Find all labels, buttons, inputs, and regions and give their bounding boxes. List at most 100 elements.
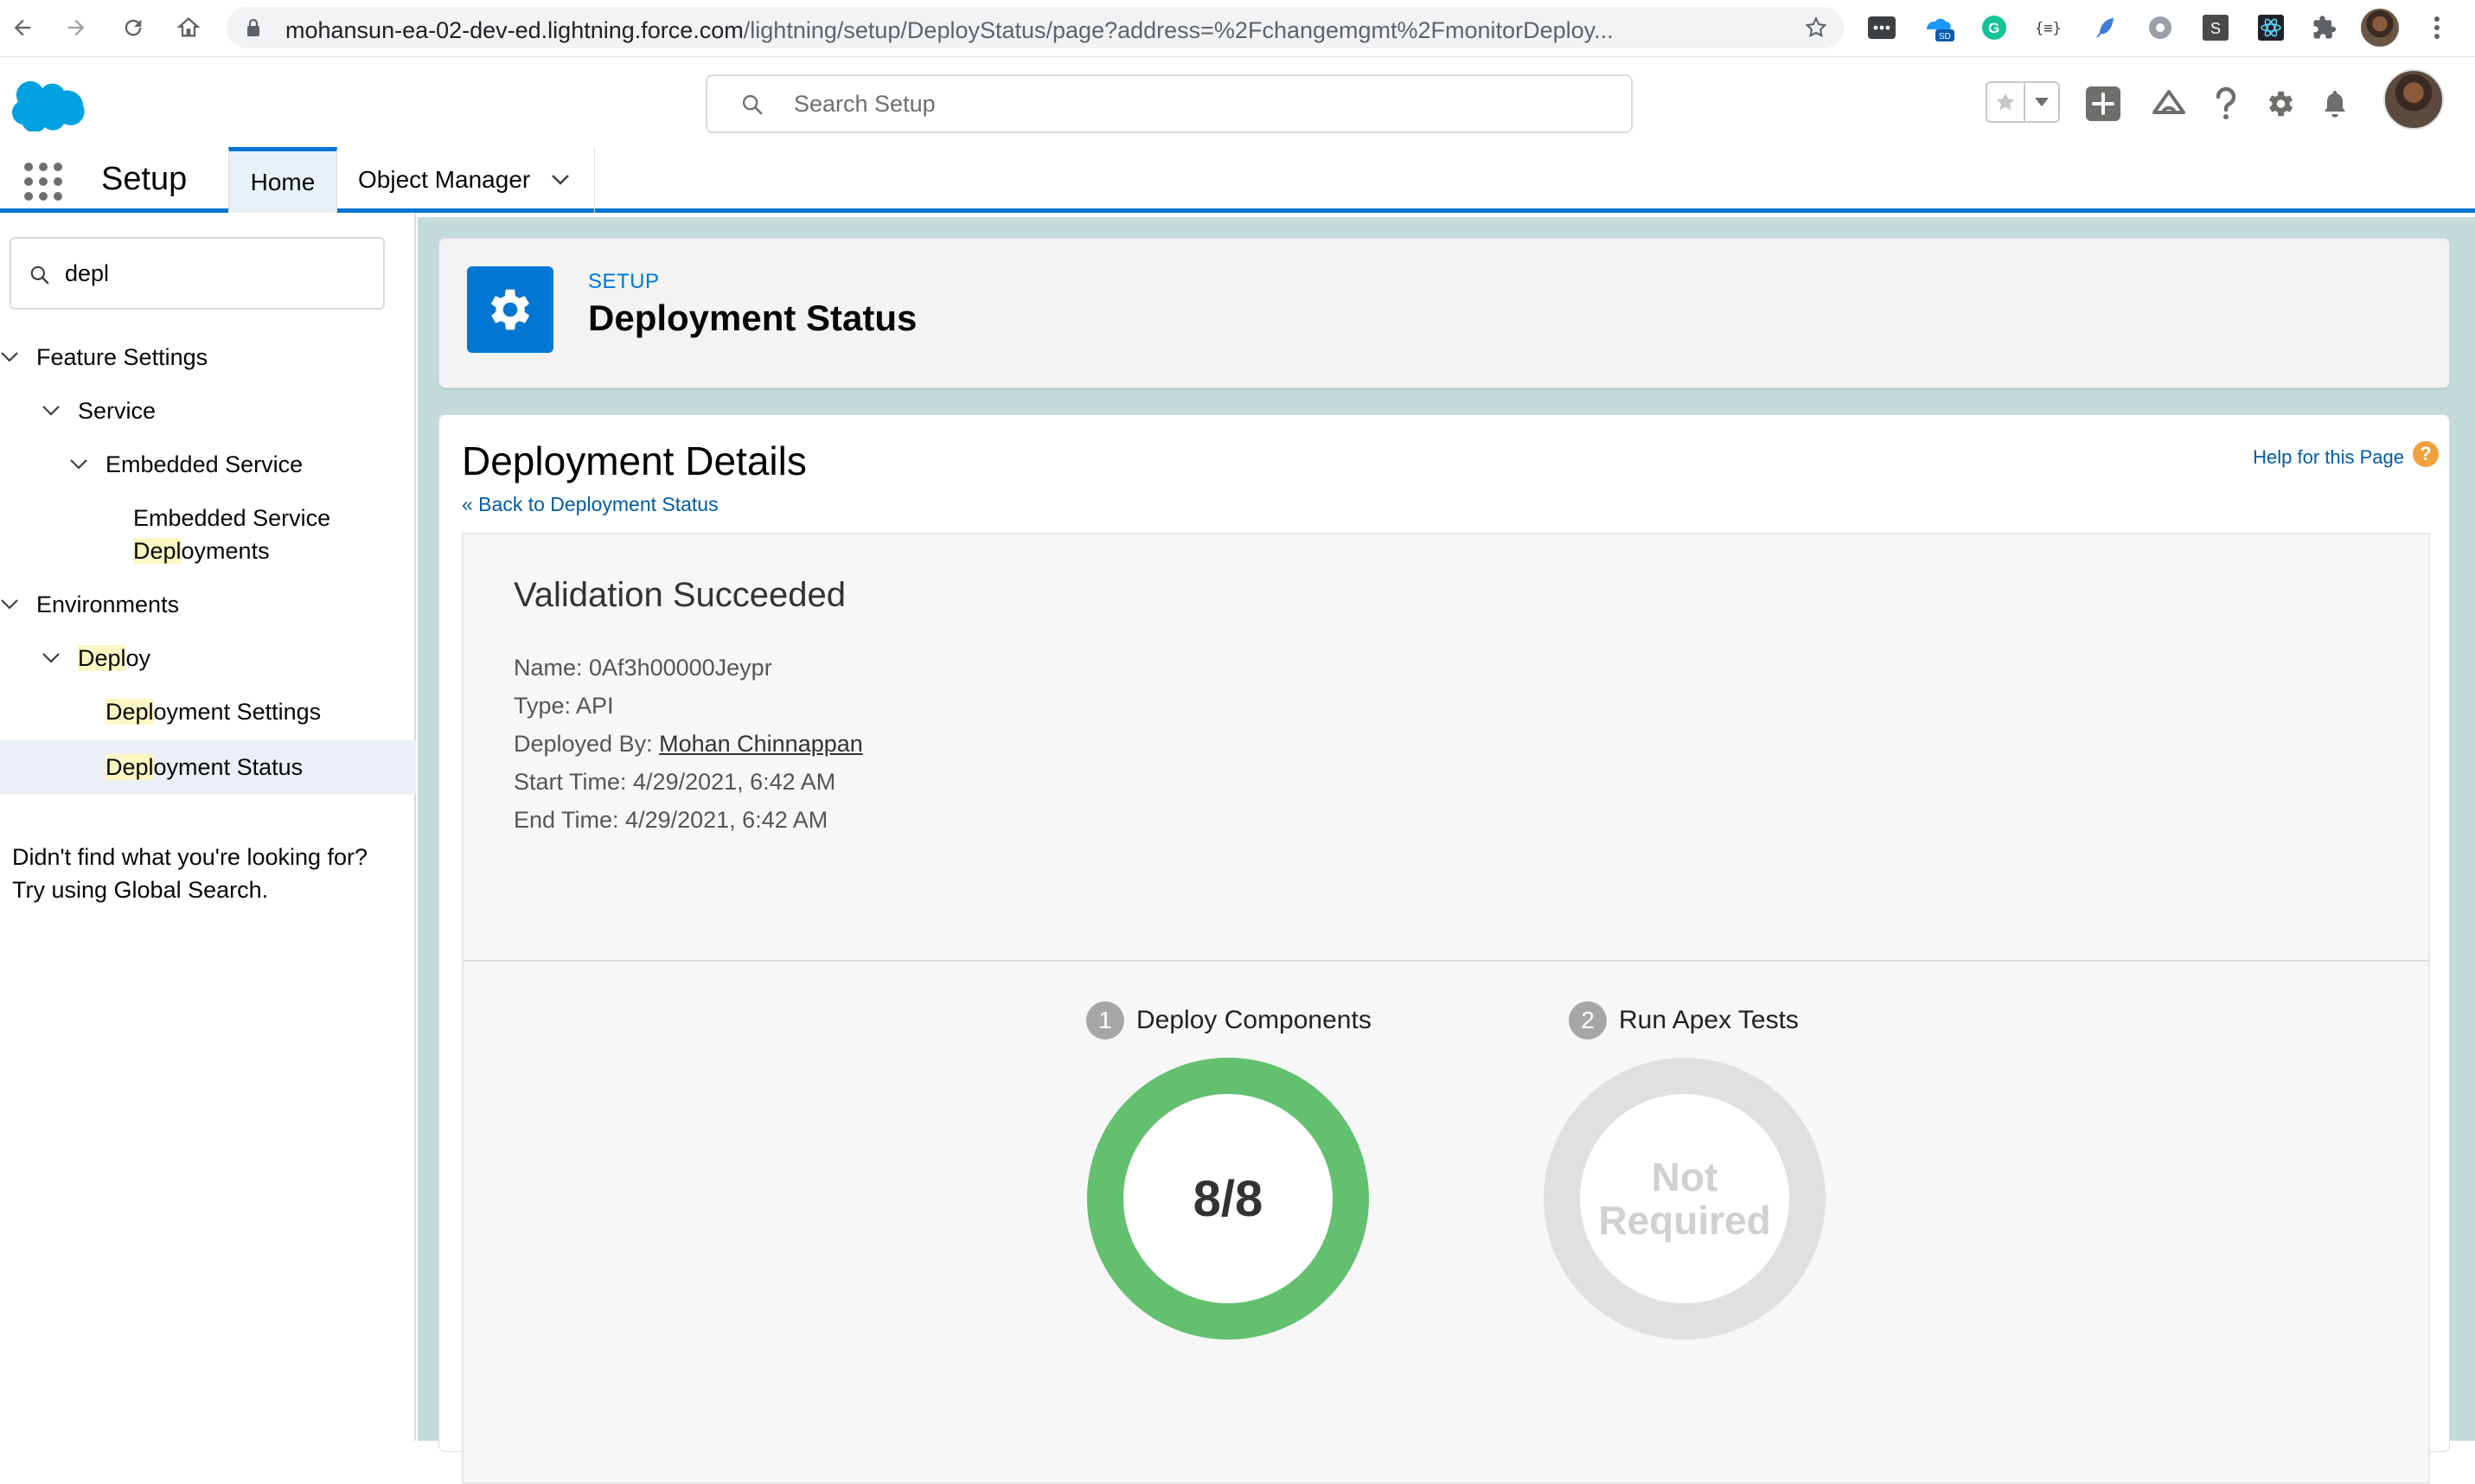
- setup-gear-icon: [467, 266, 553, 353]
- tree-label: Deploy: [78, 645, 151, 671]
- main-content: SETUP Deployment Status Deployment Detai…: [418, 217, 2475, 1484]
- tree-label: Feature Settings: [36, 344, 208, 370]
- deployment-details-card: Deployment Details « Back to Deployment …: [438, 414, 2450, 1484]
- notifications-bell-icon[interactable]: [2316, 85, 2354, 123]
- run-apex-tests-progress-ring: Not Required: [1543, 1057, 1826, 1340]
- deploy-components-result: 8/8: [1193, 1170, 1263, 1227]
- global-search-box[interactable]: [706, 74, 1633, 133]
- search-highlight: Depl: [133, 538, 182, 564]
- extension-dots-icon[interactable]: [1866, 12, 1897, 43]
- step-run-apex-tests: 2 Run Apex Tests: [1569, 1001, 1799, 1039]
- status-heading: Validation Succeeded: [514, 576, 846, 614]
- tree-item-deploy[interactable]: Deploy: [0, 642, 416, 675]
- tab-home[interactable]: Home: [228, 147, 337, 213]
- tab-object-manager[interactable]: Object Manager: [337, 147, 595, 213]
- tree-item-environments[interactable]: Environments: [0, 588, 416, 621]
- chevron-down-icon[interactable]: [0, 351, 19, 363]
- react-devtools-icon[interactable]: [2255, 12, 2286, 43]
- chevron-down-icon[interactable]: [551, 174, 570, 186]
- back-to-deployment-status-link[interactable]: « Back to Deployment Status: [462, 493, 719, 516]
- browser-toolbar: mohansun-ea-02-dev-ed.lightning.force.co…: [0, 0, 2475, 57]
- search-highlight: Depl: [78, 645, 126, 671]
- back-arrow-icon[interactable]: [5, 10, 40, 45]
- forward-arrow-icon[interactable]: [59, 10, 93, 45]
- tree-item-embedded-service[interactable]: Embedded Service: [0, 448, 416, 481]
- favorites-group[interactable]: [1986, 81, 2060, 123]
- global-actions-plus-icon[interactable]: [2084, 85, 2122, 123]
- page-eyebrow: SETUP: [588, 270, 660, 293]
- quick-find-input[interactable]: [65, 258, 359, 289]
- tree-label: Embedded Service: [133, 505, 331, 531]
- no-result-hint: Didn't find what you're looking for? Try…: [12, 844, 368, 903]
- deployed-by-user-link[interactable]: Mohan Chinnappan: [659, 731, 863, 757]
- app-launcher-icon[interactable]: [24, 163, 62, 201]
- lock-icon[interactable]: [246, 18, 261, 37]
- help-question-icon[interactable]: ?: [2413, 441, 2439, 467]
- user-avatar[interactable]: [2383, 69, 2444, 130]
- favorites-dropdown-icon[interactable]: [2025, 83, 2058, 121]
- search-icon: [740, 93, 764, 117]
- deployment-info: Name: 0Af3h00000Jeypr Type: API Deployed…: [514, 649, 863, 839]
- bookmark-star-icon[interactable]: [1804, 16, 1828, 40]
- app-navigation-bar: Setup Home Object Manager: [0, 147, 2475, 213]
- help-question-icon[interactable]: [2207, 85, 2245, 123]
- tree-label: Service: [78, 398, 157, 424]
- browser-menu-icon[interactable]: [2421, 12, 2453, 43]
- tree-label: Embedded Service: [106, 451, 304, 477]
- chevron-down-icon[interactable]: [42, 405, 61, 417]
- tree-item-service[interactable]: Service: [0, 394, 416, 427]
- reload-icon[interactable]: [116, 10, 150, 45]
- chevron-down-icon[interactable]: [0, 598, 19, 611]
- feather-extension-icon[interactable]: [2089, 12, 2120, 43]
- address-bar[interactable]: mohansun-ea-02-dev-ed.lightning.force.co…: [227, 7, 1844, 48]
- trailhead-guidance-icon[interactable]: [2150, 85, 2188, 123]
- help-for-this-page-link[interactable]: Help for this Page: [2253, 446, 2404, 469]
- run-apex-tests-result: Not Required: [1598, 1155, 1771, 1243]
- salesforce-logo[interactable]: [12, 81, 85, 131]
- divider: [464, 960, 2428, 962]
- settings-extension-icon[interactable]: [2145, 12, 2176, 43]
- tree-item-deployment-settings[interactable]: Deployment Settings: [0, 695, 416, 728]
- app-name: Setup: [101, 161, 188, 197]
- svg-text:G: G: [1988, 20, 1999, 36]
- search-highlight: Depl: [106, 699, 154, 725]
- tree-item-embedded-service-deployments[interactable]: Embedded Service Deployments: [0, 502, 416, 567]
- section-title: Deployment Details: [462, 438, 807, 483]
- quick-find-box[interactable]: [10, 237, 385, 310]
- global-header: [0, 57, 2475, 147]
- deployment-type: Type: API: [514, 693, 614, 719]
- svg-text:{≡}: {≡}: [2035, 20, 2062, 37]
- step-label: Run Apex Tests: [1619, 1006, 1799, 1034]
- search-icon: [29, 264, 51, 286]
- tree-label: Deployment Settings: [106, 699, 322, 725]
- step-deploy-components: 1 Deploy Components: [1086, 1001, 1372, 1039]
- tree-item-feature-settings[interactable]: Feature Settings: [0, 341, 416, 374]
- tree-item-deployment-status[interactable]: Deployment Status: [0, 740, 416, 794]
- chevron-down-icon[interactable]: [42, 652, 61, 664]
- json-extension-icon[interactable]: {≡}: [2034, 12, 2065, 43]
- step-label: Deploy Components: [1136, 1006, 1372, 1034]
- setup-sidebar: Feature Settings Service Embedded Servic…: [0, 213, 416, 1441]
- setup-gear-icon[interactable]: [2261, 85, 2299, 123]
- home-icon[interactable]: [171, 10, 206, 45]
- tree-label-line2: Deployments: [133, 538, 270, 564]
- setup-search-input[interactable]: [794, 86, 1572, 121]
- tree-label: Environments: [36, 592, 180, 617]
- url-text: mohansun-ea-02-dev-ed.lightning.force.co…: [285, 17, 1614, 43]
- puzzle-extensions-icon[interactable]: [2309, 12, 2340, 43]
- step-number: 1: [1086, 1001, 1124, 1039]
- favorite-star-icon[interactable]: [1987, 83, 2025, 121]
- deploy-components-progress-ring: 8/8: [1086, 1057, 1370, 1340]
- start-time: Start Time: 4/29/2021, 6:42 AM: [514, 769, 836, 795]
- chevron-down-icon[interactable]: [69, 458, 88, 470]
- deployment-name: Name: 0Af3h00000Jeypr: [514, 655, 772, 681]
- page-header: SETUP Deployment Status: [438, 238, 2450, 388]
- grammarly-icon[interactable]: G: [1979, 12, 2010, 43]
- salesforce-devtools-extension-icon[interactable]: SD: [1923, 12, 1954, 43]
- deployed-by: Deployed By: Mohan Chinnappan: [514, 731, 863, 757]
- end-time: End Time: 4/29/2021, 6:42 AM: [514, 807, 828, 833]
- s-extension-icon[interactable]: S: [2200, 12, 2231, 43]
- browser-profile-avatar[interactable]: [2361, 9, 2399, 47]
- tree-label: Deployment Status: [106, 754, 304, 780]
- svg-text:S: S: [2210, 20, 2221, 37]
